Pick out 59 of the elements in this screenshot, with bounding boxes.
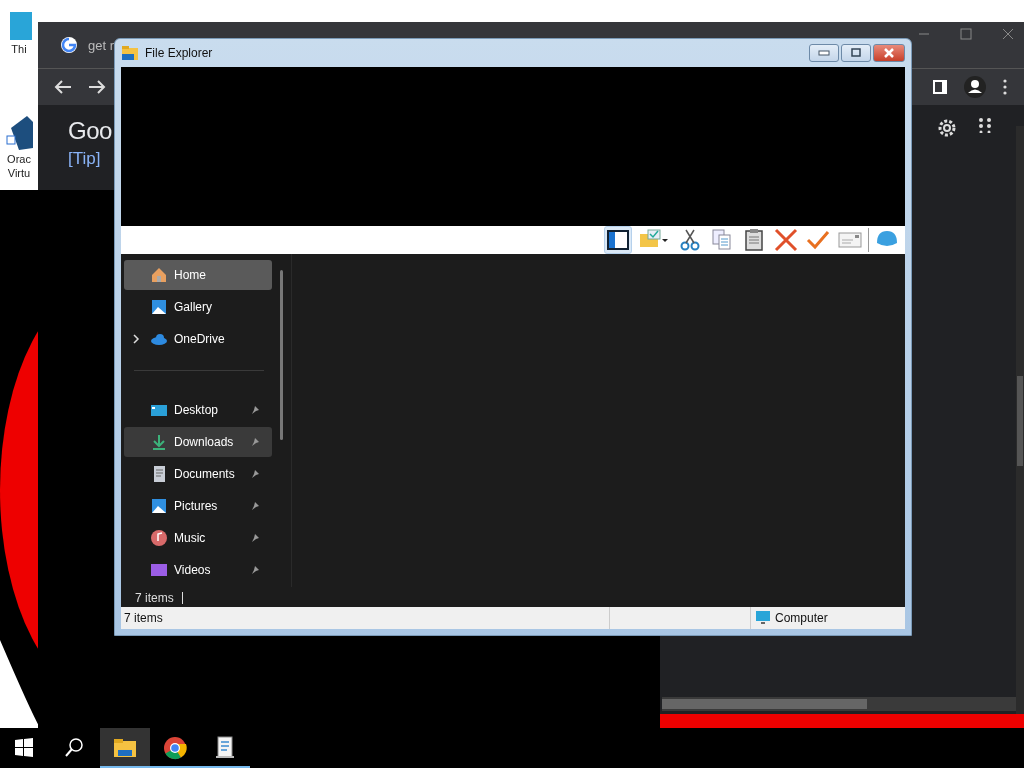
download-icon xyxy=(150,433,168,451)
folder-icon xyxy=(121,44,139,61)
chevron-icon[interactable] xyxy=(132,334,140,344)
logo-text: Goo xyxy=(68,117,112,145)
chrome-icon xyxy=(163,736,187,760)
desktop-icon-label[interactable]: Orac xyxy=(7,152,31,166)
close-icon xyxy=(883,47,895,58)
minimize-button[interactable] xyxy=(809,43,839,62)
pin-icon[interactable] xyxy=(250,437,260,447)
taskbar-explorer-button[interactable] xyxy=(100,728,150,768)
settings-icon[interactable] xyxy=(936,117,958,139)
nav-item[interactable]: Videos xyxy=(124,555,272,585)
maximize-button[interactable] xyxy=(841,43,871,62)
menu-icon[interactable] xyxy=(1002,79,1008,95)
nav-item[interactable]: Downloads xyxy=(124,427,272,457)
desktop-icon-label[interactable]: Virtu xyxy=(7,166,31,180)
nav-item[interactable]: Home xyxy=(124,260,272,290)
apps-grid-icon[interactable] xyxy=(978,117,992,133)
forward-arrow-icon[interactable] xyxy=(88,79,106,95)
nav-item[interactable]: Desktop xyxy=(124,395,272,425)
back-arrow-icon[interactable] xyxy=(54,79,72,95)
restore-icon xyxy=(850,47,862,58)
side-panel-icon[interactable] xyxy=(932,79,948,95)
close-icon[interactable] xyxy=(1002,28,1014,40)
pane-tool-button[interactable] xyxy=(604,226,632,254)
pin-icon[interactable] xyxy=(250,405,260,415)
item-count: 7 items xyxy=(135,591,174,605)
scrollbar[interactable] xyxy=(1016,126,1024,716)
desktop-icon-label[interactable]: Thi xyxy=(11,42,27,56)
nav-item[interactable]: OneDrive xyxy=(124,324,272,354)
gallery-icon xyxy=(150,497,168,515)
window-title: File Explorer xyxy=(145,45,213,60)
nav-item[interactable]: Pictures xyxy=(124,491,272,521)
nav-item[interactable]: Gallery xyxy=(124,292,272,322)
close-button[interactable] xyxy=(873,43,905,62)
explorer-icon xyxy=(113,736,137,760)
profile-icon[interactable] xyxy=(964,76,986,98)
pin-icon[interactable] xyxy=(250,533,260,543)
nav-item[interactable]: Music xyxy=(124,523,272,553)
delete-tool-button[interactable] xyxy=(772,226,800,254)
location-label: Computer xyxy=(775,611,828,625)
tab-title[interactable]: get r xyxy=(88,37,114,53)
minimize-icon xyxy=(818,49,830,56)
google-icon xyxy=(60,36,78,54)
video-icon xyxy=(150,561,168,579)
computer-icon xyxy=(755,610,771,626)
home-icon xyxy=(150,266,168,284)
horizontal-scrollbar[interactable] xyxy=(662,697,1016,711)
nav-item[interactable]: Documents xyxy=(124,459,272,489)
notes-icon xyxy=(213,736,237,760)
music-icon xyxy=(150,529,168,547)
pin-icon[interactable] xyxy=(250,565,260,575)
scrollbar[interactable] xyxy=(280,270,283,440)
result-link[interactable]: [Tip] xyxy=(68,149,101,169)
pin-icon[interactable] xyxy=(250,501,260,511)
maximize-icon[interactable] xyxy=(960,28,972,40)
gallery-icon xyxy=(150,298,168,316)
pin-icon[interactable] xyxy=(250,469,260,479)
status-item-count: 7 items xyxy=(123,611,164,625)
